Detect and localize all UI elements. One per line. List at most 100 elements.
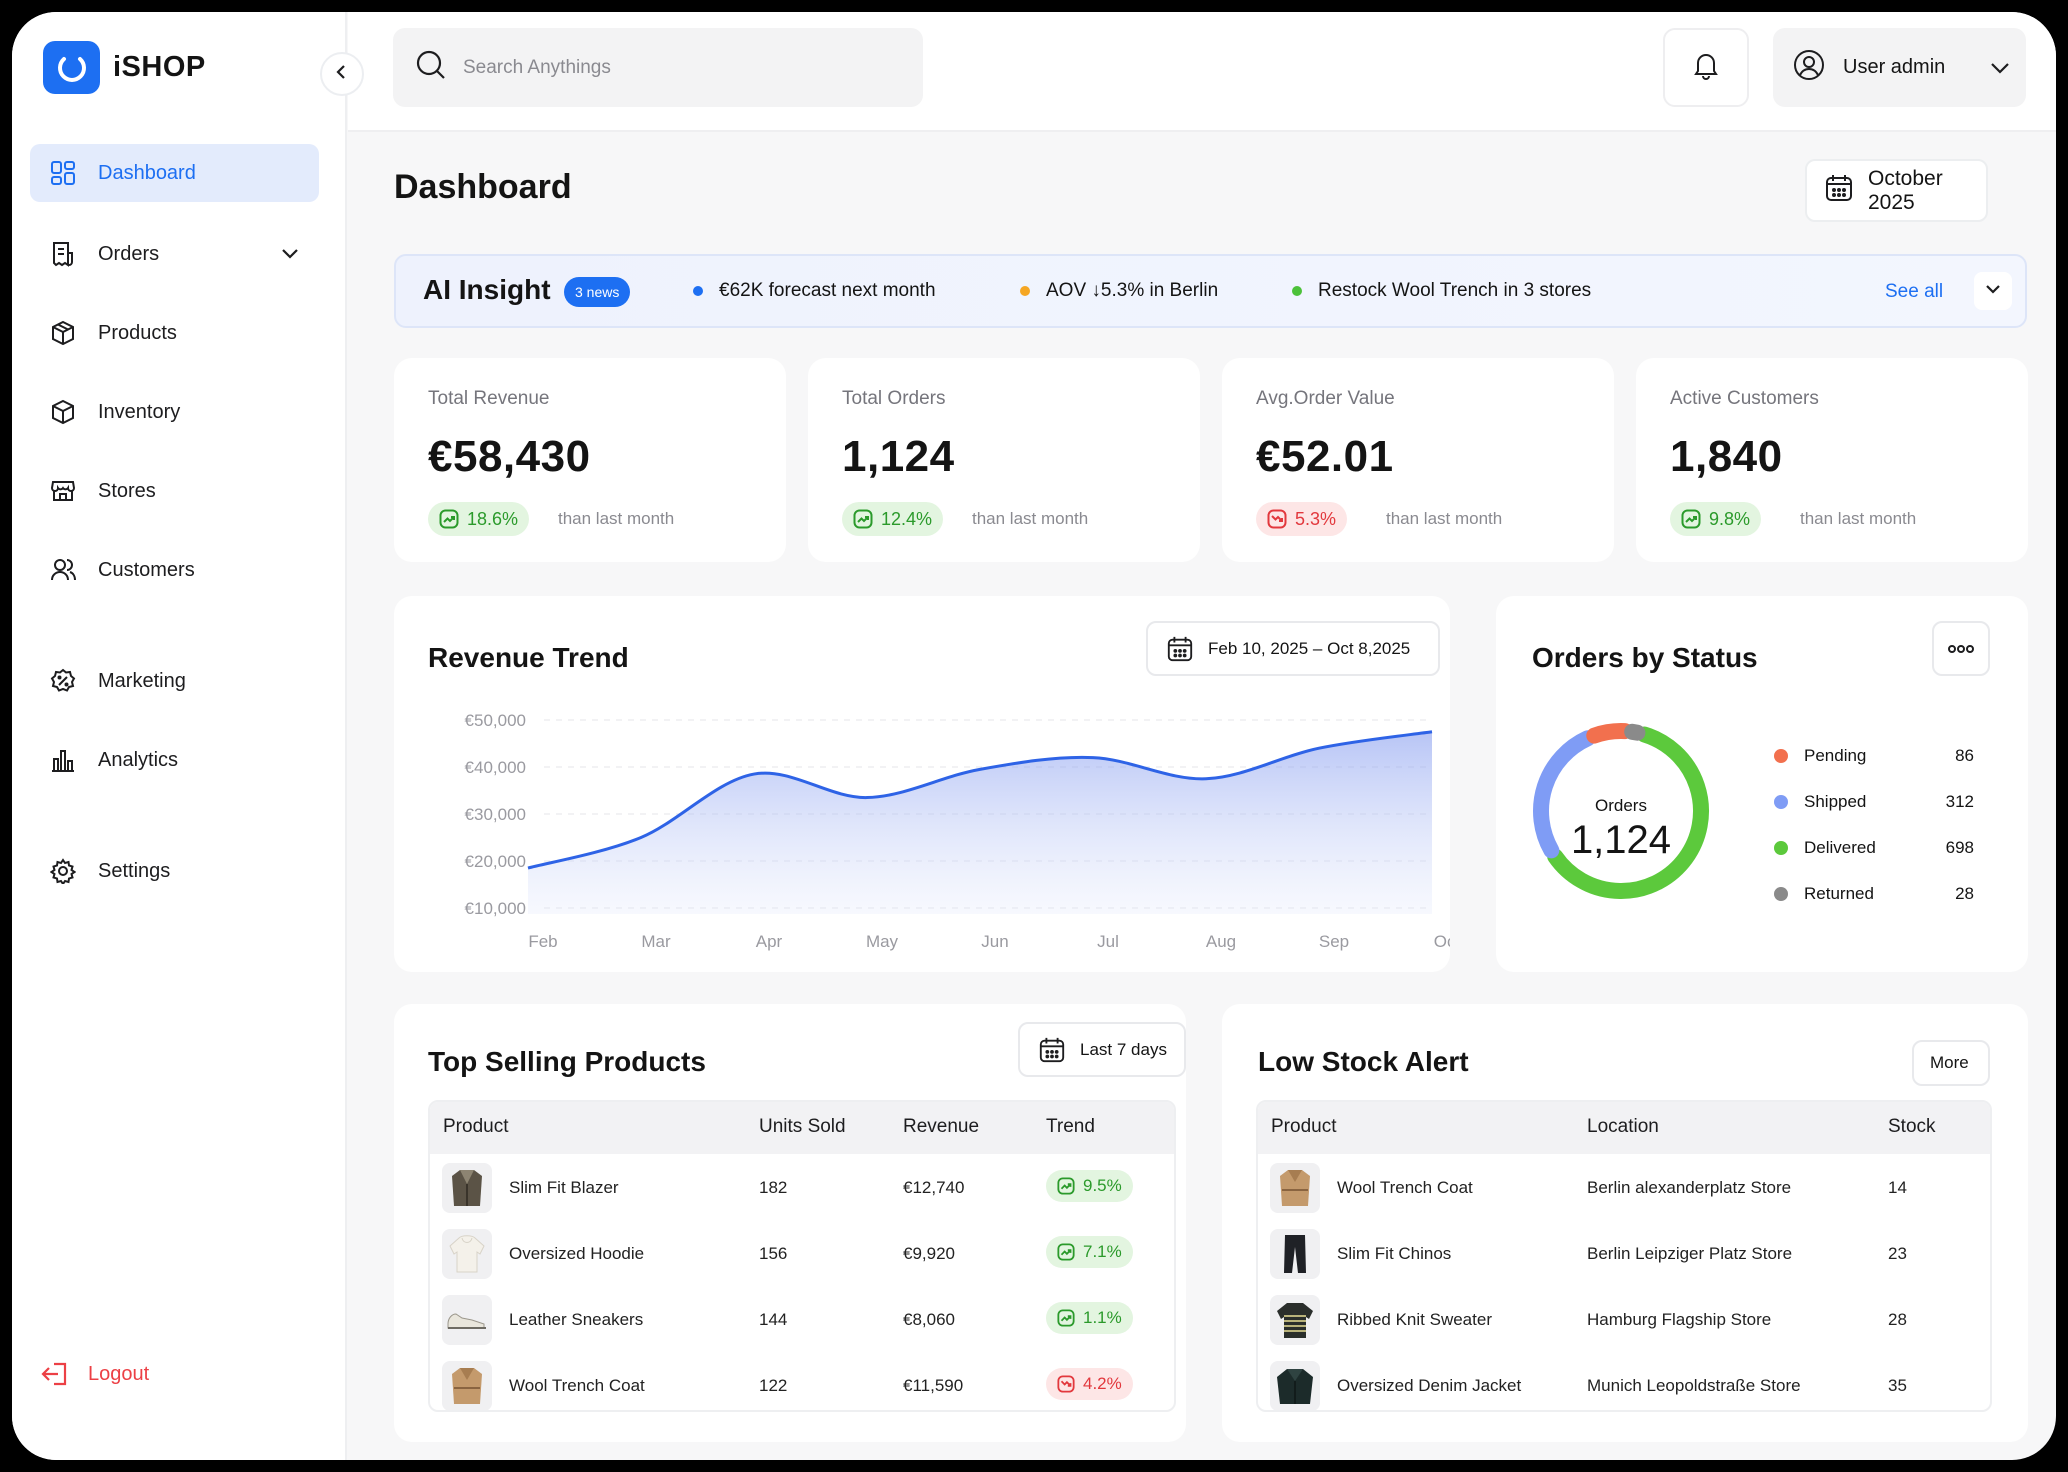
sidebar-item-analytics[interactable]: Analytics	[30, 731, 319, 789]
insight-text: AOV ↓5.3% in Berlin	[1046, 280, 1219, 301]
users-icon	[48, 555, 78, 585]
sidebar-item-stores[interactable]: Stores	[30, 462, 319, 520]
legend-row-delivered: Delivered 698	[1774, 838, 1984, 858]
revenue: €12,740	[903, 1178, 965, 1197]
package-icon	[48, 318, 78, 348]
column-header: Trend	[1046, 1116, 1095, 1137]
product-name: Ribbed Knit Sweater	[1337, 1310, 1492, 1329]
logout-button[interactable]: Logout	[40, 1358, 149, 1390]
sidebar-item-label: Marketing	[98, 669, 186, 692]
table-row[interactable]: Ribbed Knit Sweater Hamburg Flagship Sto…	[1258, 1286, 1990, 1352]
table-row[interactable]: Wool Trench Coat 122 €11,590 4.2%	[430, 1352, 1174, 1410]
sidebar: iSHOP Dashboard Orders Products Inventor…	[12, 12, 347, 1460]
kpi-change-badge: 12.4%	[842, 502, 944, 536]
stock-count: 23	[1888, 1244, 1907, 1263]
legend-row-returned: Returned 28	[1774, 884, 1984, 904]
units-sold: 156	[759, 1244, 788, 1263]
page-title: Dashboard	[394, 168, 572, 206]
units-sold: 144	[759, 1310, 788, 1329]
kpi-change-badge: 9.8%	[1670, 502, 1762, 536]
table-row[interactable]: Slim Fit Blazer 182 €12,740 9.5%	[430, 1154, 1174, 1220]
revenue-area	[528, 731, 1432, 914]
sidebar-item-orders[interactable]: Orders	[30, 225, 319, 283]
store-location: Munich Leopoldstraße Store	[1587, 1376, 1801, 1395]
kpi-change-badge: 18.6%	[428, 502, 530, 536]
card-title: Top Selling Products	[428, 1046, 706, 1077]
more-label: More	[1930, 1053, 1969, 1072]
kpi-note: than last month	[558, 509, 675, 528]
column-header: Product	[443, 1116, 509, 1137]
sidebar-item-settings[interactable]: Settings	[30, 842, 319, 900]
see-all-link[interactable]: See all	[1885, 281, 1943, 303]
trend-value: 7.1%	[1083, 1242, 1122, 1261]
table-header: Product Location Stock	[1258, 1102, 1990, 1154]
sidebar-item-marketing[interactable]: Marketing	[30, 652, 319, 710]
legend-row-shipped: Shipped 312	[1774, 792, 1984, 812]
units-sold: 182	[759, 1178, 788, 1197]
legend-label: Returned	[1804, 884, 1874, 903]
collapse-sidebar-button[interactable]	[320, 52, 364, 96]
low-stock-table: Product Location Stock Wool Trench Coat …	[1256, 1100, 1992, 1412]
x-tick-label: Aug	[1206, 932, 1236, 951]
store-location: Berlin alexanderplatz Store	[1587, 1178, 1792, 1197]
search-bar[interactable]	[393, 28, 923, 107]
y-tick-label: €20,000	[465, 852, 526, 871]
card-title: Orders by Status	[1532, 642, 1758, 673]
product-name: Wool Trench Coat	[509, 1376, 645, 1395]
kpi-card-orders: Total Orders 1,124 12.4% than last month	[808, 358, 1200, 562]
store-icon	[48, 476, 78, 506]
trend-down-icon	[1057, 1375, 1075, 1393]
kpi-label: Total Revenue	[428, 388, 550, 409]
trend-value: 9.5%	[1083, 1176, 1122, 1195]
period-filter[interactable]: Last 7 days	[1018, 1022, 1186, 1077]
kpi-note: than last month	[1386, 509, 1503, 528]
sidebar-item-inventory[interactable]: Inventory	[30, 383, 319, 441]
jacket-icon	[1270, 1361, 1320, 1410]
sweater-icon	[1270, 1295, 1320, 1345]
chevron-down-icon	[1983, 279, 2003, 304]
top-selling-table: Product Units Sold Revenue Trend Slim Fi…	[428, 1100, 1176, 1412]
column-header: Location	[1587, 1116, 1659, 1137]
news-badge: 3 news	[564, 277, 631, 307]
trend-value: 4.2%	[1083, 1374, 1122, 1393]
calendar-icon	[1824, 173, 1854, 209]
chevron-left-icon	[333, 63, 351, 86]
chevron-down-icon[interactable]	[279, 242, 301, 270]
table-row[interactable]: Slim Fit Chinos Berlin Leipziger Platz S…	[1258, 1220, 1990, 1286]
insight-item[interactable]: €62K forecast next month	[693, 280, 936, 302]
donut-slice-returned[interactable]	[1624, 723, 1646, 741]
donut-slice-pending[interactable]	[1586, 723, 1633, 744]
legend-dot	[1774, 795, 1788, 809]
table-row[interactable]: Oversized Denim Jacket Munich Leopoldstr…	[1258, 1352, 1990, 1410]
user-menu[interactable]: User admin	[1773, 28, 2026, 107]
app-name: iSHOP	[113, 51, 206, 83]
product-name: Oversized Denim Jacket	[1337, 1376, 1522, 1395]
sidebar-item-products[interactable]: Products	[30, 304, 319, 362]
sneaker-icon	[442, 1295, 492, 1345]
table-row[interactable]: Wool Trench Coat Berlin alexanderplatz S…	[1258, 1154, 1990, 1220]
kpi-change-value: 5.3%	[1295, 508, 1337, 529]
x-tick-label: Sep	[1319, 932, 1349, 951]
more-options-button[interactable]	[1932, 621, 1990, 676]
table-row[interactable]: Oversized Hoodie 156 €9,920 7.1%	[430, 1220, 1174, 1286]
more-button[interactable]: More	[1912, 1040, 1990, 1086]
kpi-note: than last month	[972, 509, 1089, 528]
table-row[interactable]: Leather Sneakers 144 €8,060 1.1%	[430, 1286, 1174, 1352]
sidebar-item-label: Analytics	[98, 748, 179, 771]
legend-dot	[1774, 749, 1788, 763]
column-header: Stock	[1888, 1116, 1936, 1137]
sidebar-item-label: Stores	[98, 479, 156, 502]
sidebar-item-dashboard[interactable]: Dashboard	[30, 144, 319, 202]
insight-item[interactable]: Restock Wool Trench in 3 stores	[1292, 280, 1591, 302]
month-picker[interactable]: October 2025	[1805, 159, 1988, 222]
y-tick-label: €30,000	[465, 805, 526, 824]
product-name: Oversized Hoodie	[509, 1244, 645, 1263]
logo[interactable]: iSHOP	[43, 41, 206, 94]
expand-insight-button[interactable]	[1974, 272, 2012, 310]
trend-down-icon	[1267, 509, 1287, 529]
notifications-button[interactable]	[1663, 28, 1749, 107]
insight-item[interactable]: AOV ↓5.3% in Berlin	[1020, 280, 1218, 302]
trend-up-icon	[1057, 1243, 1075, 1261]
sidebar-item-customers[interactable]: Customers	[30, 541, 319, 599]
search-input[interactable]	[463, 56, 883, 79]
